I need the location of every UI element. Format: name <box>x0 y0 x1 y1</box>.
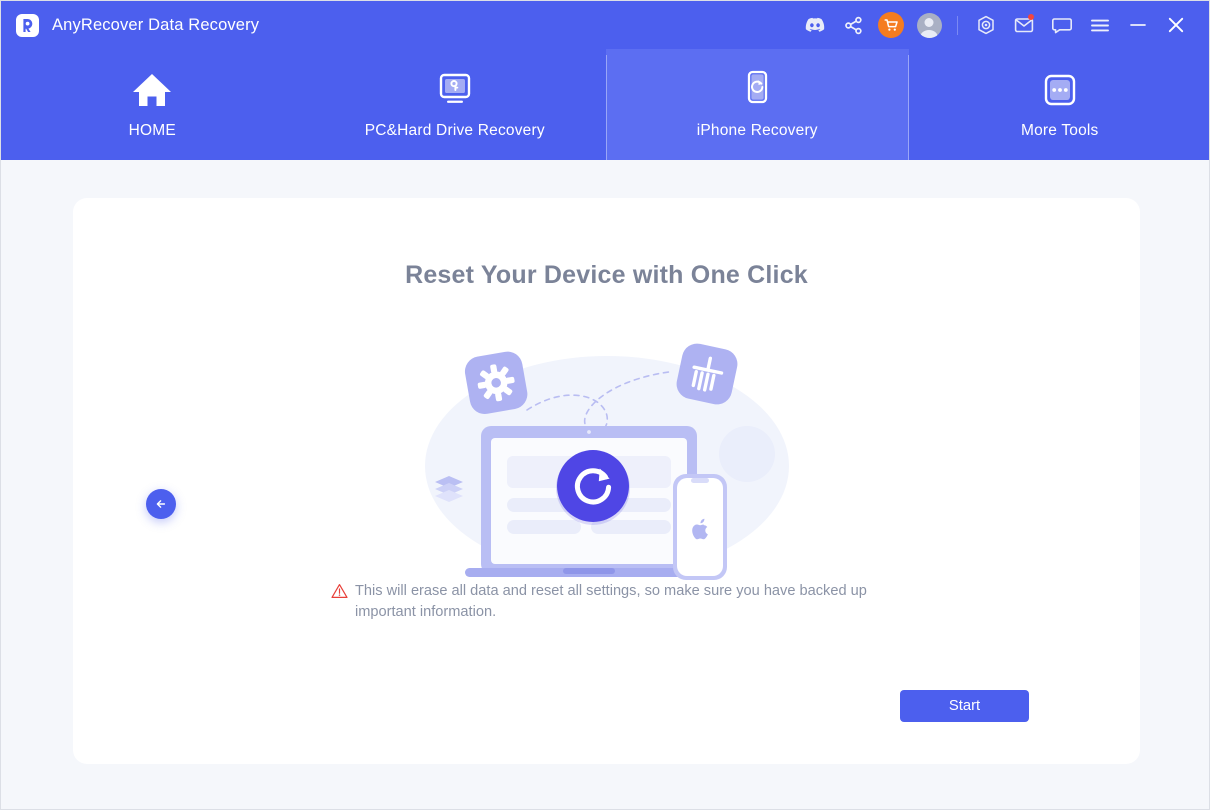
main-nav: HOME PC&Hard Drive Recovery iPhone Recov… <box>1 49 1210 160</box>
warning-triangle-icon <box>331 583 348 604</box>
tab-more-tools-label: More Tools <box>1020 121 1099 139</box>
tab-home[interactable]: HOME <box>1 49 304 160</box>
titlebar-divider <box>957 15 958 35</box>
minimize-icon[interactable] <box>1119 5 1157 45</box>
title-bar: AnyRecover Data Recovery <box>1 1 1209 49</box>
home-glyph <box>133 73 172 106</box>
mail-icon[interactable] <box>1005 5 1043 45</box>
warning-message: This will erase all data and reset all s… <box>331 581 871 623</box>
monitor-key-glyph <box>439 73 470 103</box>
warning-text: This will erase all data and reset all s… <box>355 583 867 620</box>
target-glyph <box>978 15 994 35</box>
close-glyph <box>1168 17 1184 33</box>
titlebar-icon-group <box>796 5 1209 45</box>
cart-glyph <box>883 18 898 31</box>
target-icon[interactable] <box>967 5 1005 45</box>
app-window: AnyRecover Data Recovery HOME PC&Hard Dr… <box>0 0 1210 810</box>
mail-notification-dot <box>1028 14 1034 20</box>
minimize-glyph <box>1130 24 1146 26</box>
tab-more-tools[interactable]: More Tools <box>909 49 1210 160</box>
start-button[interactable]: Start <box>900 690 1029 722</box>
tab-pc-hard-drive-recovery[interactable]: PC&Hard Drive Recovery <box>304 49 607 160</box>
cart-icon[interactable] <box>872 5 910 45</box>
discord-icon[interactable] <box>796 5 834 45</box>
share-glyph <box>844 16 862 34</box>
more-dots-glyph <box>1044 74 1075 105</box>
more-dots-icon <box>1041 70 1079 110</box>
menu-icon[interactable] <box>1081 5 1119 45</box>
tab-iphone-recovery[interactable]: iPhone Recovery <box>606 49 909 160</box>
share-icon[interactable] <box>834 5 872 45</box>
account-icon[interactable] <box>910 5 948 45</box>
home-icon <box>131 70 173 110</box>
menu-glyph <box>1091 19 1109 31</box>
refresh-badge <box>555 450 630 525</box>
close-icon[interactable] <box>1157 5 1195 45</box>
phone-refresh-icon <box>740 70 774 110</box>
brand: AnyRecover Data Recovery <box>1 13 260 37</box>
tab-home-label: HOME <box>128 121 176 139</box>
chat-glyph <box>1052 17 1072 33</box>
avatar[interactable] <box>916 12 942 38</box>
device-reset-illustration <box>73 338 1140 588</box>
monitor-key-icon <box>435 70 475 110</box>
tab-iphone-recovery-label: iPhone Recovery <box>696 121 818 139</box>
warning-triangle-glyph <box>331 584 348 598</box>
illustration-graphic <box>424 343 789 580</box>
phone-graphic <box>672 474 727 580</box>
window-title: AnyRecover Data Recovery <box>52 15 260 34</box>
phone-refresh-glyph <box>748 70 768 103</box>
back-button[interactable] <box>146 489 176 519</box>
chat-icon[interactable] <box>1043 5 1081 45</box>
cart-button[interactable] <box>878 12 904 38</box>
discord-glyph <box>805 17 825 32</box>
page-title: Reset Your Device with One Click <box>405 261 808 289</box>
content-card: Reset Your Device with One Click This wi… <box>73 198 1140 764</box>
anyrecover-logo <box>16 13 39 37</box>
logo-glyph <box>23 18 33 32</box>
arrow-left-icon <box>156 500 166 508</box>
tab-pc-hard-drive-recovery-label: PC&Hard Drive Recovery <box>364 121 545 139</box>
